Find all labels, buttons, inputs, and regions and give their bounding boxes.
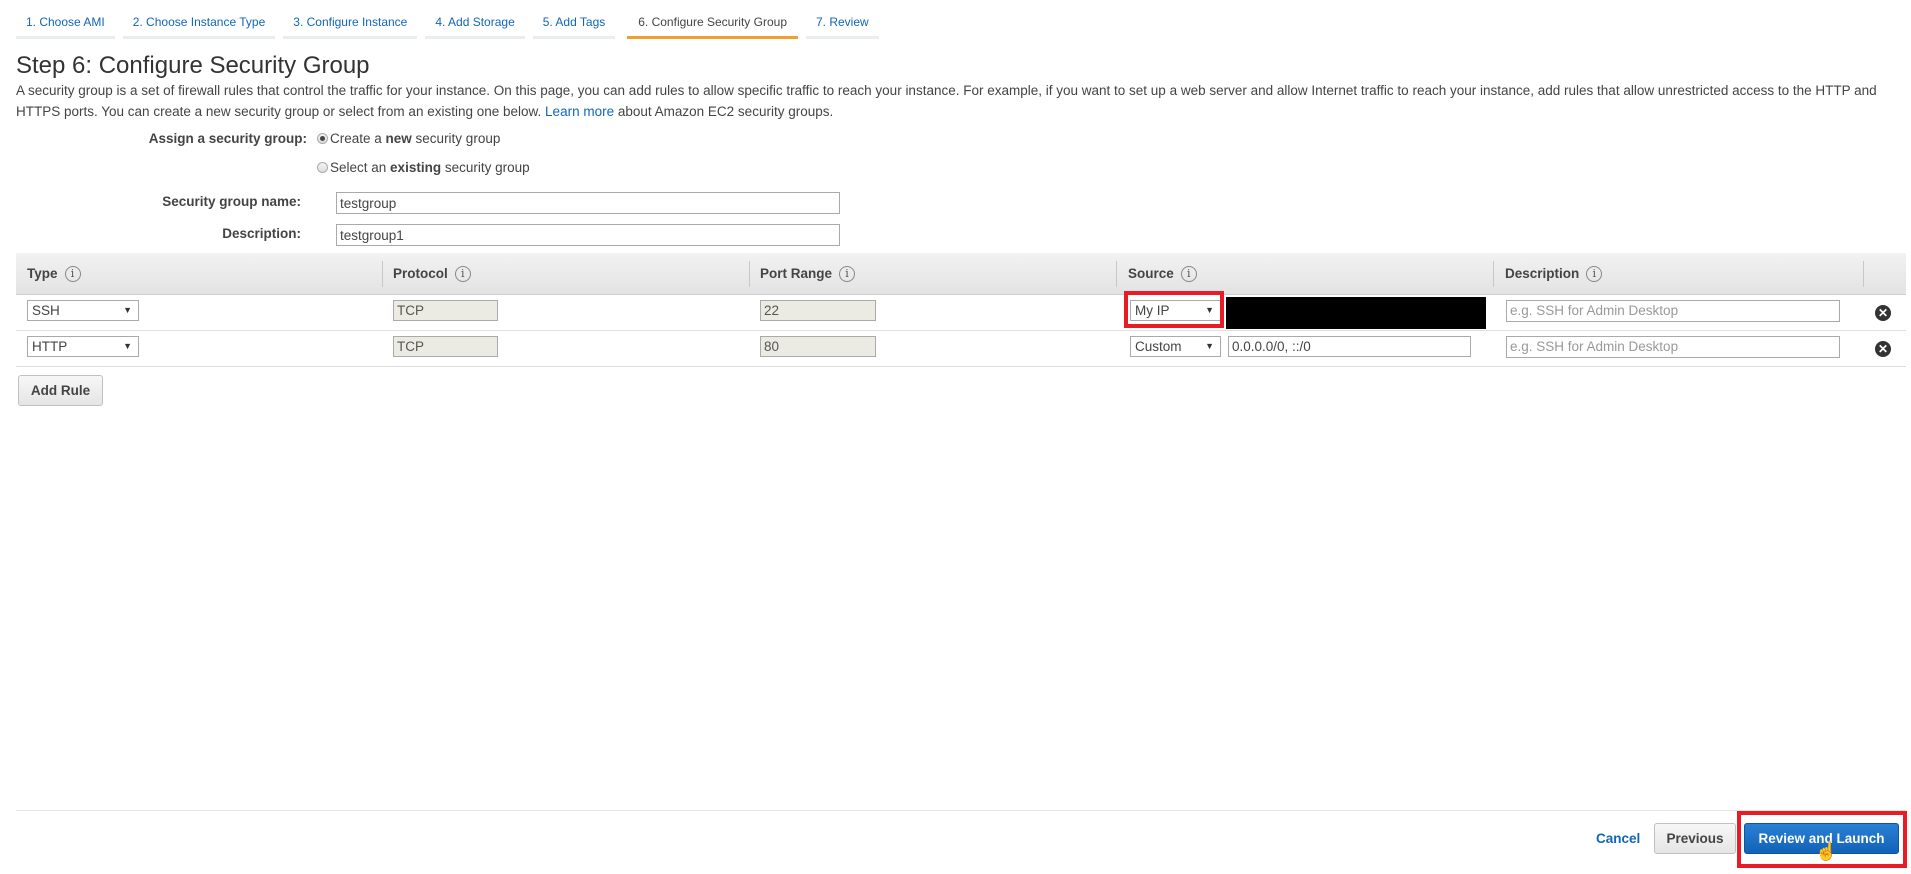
- col-port-range: Port Range i: [760, 253, 856, 295]
- cancel-button[interactable]: Cancel: [1596, 831, 1640, 846]
- tab-add-tags[interactable]: 5. Add Tags: [532, 10, 616, 39]
- security-group-name-label: Security group name:: [162, 194, 301, 209]
- info-icon[interactable]: i: [454, 266, 471, 282]
- source-select-value: My IP: [1135, 303, 1170, 318]
- radio-select-existing-prefix: Select an: [330, 160, 391, 175]
- page-title: Step 6: Configure Security Group: [16, 52, 370, 79]
- tab-choose-ami[interactable]: 1. Choose AMI: [16, 10, 115, 39]
- info-icon[interactable]: i: [64, 266, 81, 282]
- protocol-field: TCP: [393, 336, 498, 357]
- type-select-value: HTTP: [32, 339, 68, 354]
- source-select[interactable]: My IP ▼: [1130, 300, 1221, 321]
- source-select[interactable]: Custom ▼: [1130, 336, 1221, 357]
- column-divider: [1493, 261, 1494, 287]
- port-range-field: 22: [760, 300, 876, 321]
- intro-text: A security group is a set of firewall ru…: [16, 80, 1896, 122]
- info-icon[interactable]: i: [839, 266, 856, 282]
- remove-rule-icon[interactable]: ✕: [1875, 341, 1891, 357]
- radio-create-new[interactable]: Create a new security group: [317, 131, 500, 146]
- radio-select-existing[interactable]: Select an existing security group: [317, 160, 530, 175]
- col-type: Type i: [27, 253, 81, 295]
- type-select-value: SSH: [32, 303, 60, 318]
- radio-create-new-button[interactable]: [317, 133, 328, 144]
- radio-select-existing-suffix: security group: [441, 160, 530, 175]
- tab-add-storage[interactable]: 4. Add Storage: [425, 10, 525, 39]
- tab-configure-instance[interactable]: 3. Configure Instance: [283, 10, 418, 39]
- redacted-ip: [1226, 297, 1486, 329]
- type-select[interactable]: HTTP ▼: [27, 336, 139, 357]
- radio-create-new-prefix: Create a: [330, 131, 386, 146]
- source-select-value: Custom: [1135, 339, 1182, 354]
- rules-table-header: Type i Protocol i Port Range i Source i …: [16, 253, 1906, 295]
- col-description-label: Description: [1505, 266, 1580, 281]
- security-group-name-input[interactable]: [336, 192, 840, 214]
- rule-row: HTTP ▼ TCP 80 Custom ▼ 0.0.0.0/0, ::/0 e…: [16, 331, 1906, 367]
- column-divider: [1116, 261, 1117, 287]
- type-select[interactable]: SSH ▼: [27, 300, 139, 321]
- remove-rule-icon[interactable]: ✕: [1875, 305, 1891, 321]
- col-description: Description i: [1505, 253, 1603, 295]
- col-source: Source i: [1128, 253, 1197, 295]
- intro-body: A security group is a set of firewall ru…: [16, 83, 1877, 119]
- description-label: Description:: [222, 226, 301, 241]
- rule-description-input[interactable]: e.g. SSH for Admin Desktop: [1506, 336, 1840, 358]
- add-rule-button[interactable]: Add Rule: [18, 375, 103, 406]
- tab-configure-security-group[interactable]: 6. Configure Security Group: [627, 10, 798, 39]
- col-protocol-label: Protocol: [393, 266, 448, 281]
- review-and-launch-button[interactable]: Review and Launch: [1744, 823, 1899, 854]
- rule-row: SSH ▼ TCP 22 My IP ▼ e.g. SSH for Admin …: [16, 295, 1906, 331]
- column-divider: [382, 261, 383, 287]
- dropdown-arrow-icon: ▼: [1205, 305, 1214, 315]
- column-divider: [749, 261, 750, 287]
- footer-divider: [16, 810, 1906, 811]
- radio-create-new-bold: new: [385, 131, 412, 146]
- column-divider: [1863, 261, 1864, 287]
- learn-more-link[interactable]: Learn more: [545, 104, 614, 119]
- dropdown-arrow-icon: ▼: [1205, 341, 1214, 351]
- radio-select-existing-bold: existing: [390, 160, 442, 175]
- protocol-field: TCP: [393, 300, 498, 321]
- col-protocol: Protocol i: [393, 253, 471, 295]
- port-range-field: 80: [760, 336, 876, 357]
- rule-description-input[interactable]: e.g. SSH for Admin Desktop: [1506, 300, 1840, 322]
- dropdown-arrow-icon: ▼: [123, 341, 132, 351]
- col-source-label: Source: [1128, 266, 1174, 281]
- col-type-label: Type: [27, 266, 58, 281]
- tab-choose-instance-type[interactable]: 2. Choose Instance Type: [122, 10, 276, 39]
- dropdown-arrow-icon: ▼: [123, 305, 132, 315]
- description-input[interactable]: [336, 224, 840, 246]
- tab-review[interactable]: 7. Review: [806, 10, 879, 39]
- wizard-tabs: 1. Choose AMI 2. Choose Instance Type 3.…: [16, 10, 879, 39]
- info-icon[interactable]: i: [1180, 266, 1197, 282]
- col-port-range-label: Port Range: [760, 266, 833, 281]
- radio-select-existing-button[interactable]: [317, 162, 328, 173]
- assign-label: Assign a security group:: [148, 131, 307, 146]
- info-icon[interactable]: i: [1586, 266, 1603, 282]
- previous-button[interactable]: Previous: [1654, 823, 1736, 854]
- source-cidr-input[interactable]: 0.0.0.0/0, ::/0: [1228, 336, 1471, 357]
- intro-suffix: about Amazon EC2 security groups.: [617, 104, 834, 119]
- radio-create-new-suffix: security group: [411, 131, 501, 146]
